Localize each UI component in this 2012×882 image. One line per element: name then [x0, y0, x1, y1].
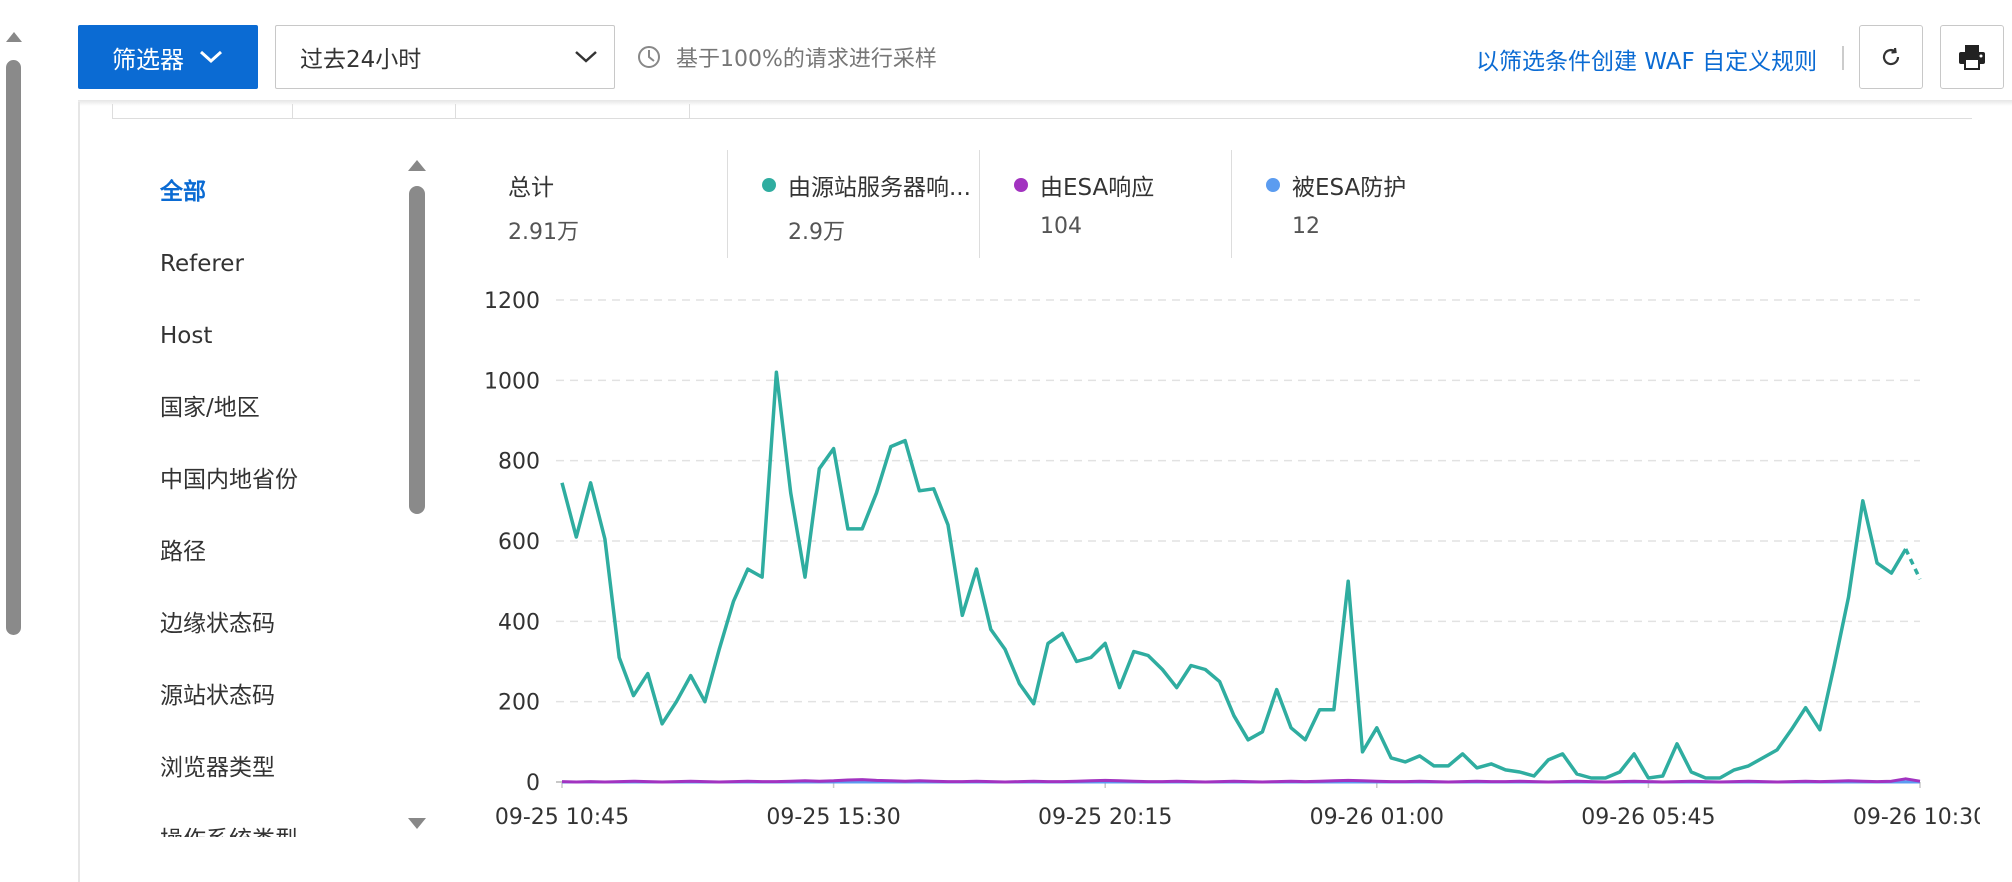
stat-value: 2.9万	[788, 220, 845, 245]
tab-divider	[292, 104, 293, 118]
stat-label: 由源站服务器响...	[788, 175, 971, 201]
tab-divider	[455, 104, 456, 118]
dimension-list-scrollbar[interactable]	[407, 158, 427, 829]
dimension-item-all[interactable]: 全部	[160, 172, 390, 244]
stat-value: 2.91万	[508, 220, 579, 245]
y-tick-label: 800	[498, 450, 540, 475]
refresh-icon	[1882, 47, 1900, 66]
dimension-item-country[interactable]: 国家/地区	[160, 388, 390, 460]
legend-dot-esa	[1014, 178, 1028, 192]
y-tick-label: 1200	[484, 289, 540, 314]
scroll-down-arrow-icon[interactable]	[408, 818, 426, 829]
y-tick-label: 1000	[484, 369, 540, 394]
analytics-toolbar: 筛选器 过去24小时 基于100%的请求进行采样 以筛选条件创建 WAF 自定义…	[78, 22, 2012, 102]
stat-value: 104	[1040, 214, 1082, 239]
stat-value: 12	[1292, 214, 1320, 239]
printer-icon	[1959, 45, 1985, 70]
series-line-incomplete	[1904, 548, 1922, 580]
tab-divider	[112, 104, 113, 118]
time-range-select[interactable]: 过去24小时	[275, 25, 615, 89]
x-tick-label: 09-26 10:30	[1853, 805, 1980, 830]
refresh-button[interactable]	[1859, 25, 1923, 89]
x-tick-label: 09-26 01:00	[1310, 805, 1444, 830]
dimension-item-path[interactable]: 路径	[160, 532, 390, 604]
x-tick-label: 09-25 10:45	[495, 805, 629, 830]
stat-total[interactable]: 总计 2.91万	[508, 168, 579, 246]
dimension-item-host[interactable]: Host	[160, 316, 390, 388]
stat-esa-response[interactable]: 由ESA响应 104	[1014, 168, 1154, 239]
time-range-value: 过去24小时	[300, 47, 422, 73]
x-tick-label: 09-25 20:15	[1038, 805, 1172, 830]
divider	[1842, 46, 1844, 70]
stat-esa-protected[interactable]: 被ESA防护 12	[1266, 168, 1406, 239]
stat-divider	[979, 150, 980, 258]
dimension-item-browser[interactable]: 浏览器类型	[160, 748, 390, 820]
page-scroll-thumb[interactable]	[6, 60, 21, 635]
stat-label: 总计	[508, 175, 554, 201]
requests-line-chart[interactable]: 0 200 400 600 800 1000 1200 09-25 10:45 09-25 15…	[470, 280, 1980, 840]
tab-baseline	[112, 118, 1972, 119]
chevron-down-icon	[199, 50, 223, 64]
dimension-item-edge-status[interactable]: 边缘状态码	[160, 604, 390, 676]
filter-button-label: 筛选器	[112, 45, 184, 74]
dimension-list-scroll-thumb[interactable]	[409, 186, 425, 514]
x-tick-label: 09-25 15:30	[766, 805, 900, 830]
stat-label: 被ESA防护	[1292, 175, 1407, 201]
sampling-text: 基于100%的请求进行采样	[676, 47, 937, 72]
tab-strip	[112, 104, 1972, 119]
dimension-item-os[interactable]: 操作系统类型	[160, 820, 390, 837]
series-line	[560, 370, 1908, 780]
create-waf-rule-link[interactable]: 以筛选条件创建 WAF 自定义规则	[1476, 42, 1817, 76]
filter-button[interactable]: 筛选器	[78, 25, 258, 89]
dimension-item-province[interactable]: 中国内地省份	[160, 460, 390, 532]
stat-origin-response[interactable]: 由源站服务器响... 2.9万	[762, 168, 971, 246]
y-tick-label: 0	[526, 771, 540, 796]
page-scrollbar[interactable]	[0, 0, 28, 882]
stat-label: 由ESA响应	[1040, 175, 1155, 201]
chevron-down-icon	[575, 51, 597, 63]
x-tick-label: 09-26 05:45	[1581, 805, 1715, 830]
y-tick-label: 600	[498, 530, 540, 555]
scroll-up-arrow-icon[interactable]	[6, 32, 22, 42]
clock-icon	[638, 46, 660, 68]
y-tick-label: 200	[498, 691, 540, 716]
y-tick-label: 400	[498, 610, 540, 635]
stat-divider	[727, 150, 728, 258]
legend-dot-protected	[1266, 178, 1280, 192]
sampling-info: 基于100%的请求进行采样	[636, 42, 937, 72]
dimension-list: 全部 Referer Host 国家/地区 中国内地省份 路径 边缘状态码 源站…	[160, 172, 390, 837]
scroll-up-arrow-icon[interactable]	[408, 160, 426, 171]
legend-dot-origin	[762, 178, 776, 192]
dimension-item-origin-status[interactable]: 源站状态码	[160, 676, 390, 748]
dimension-item-referer[interactable]: Referer	[160, 244, 390, 316]
tab-divider	[689, 104, 690, 118]
print-button[interactable]	[1940, 25, 2004, 89]
stat-divider	[1231, 150, 1232, 258]
